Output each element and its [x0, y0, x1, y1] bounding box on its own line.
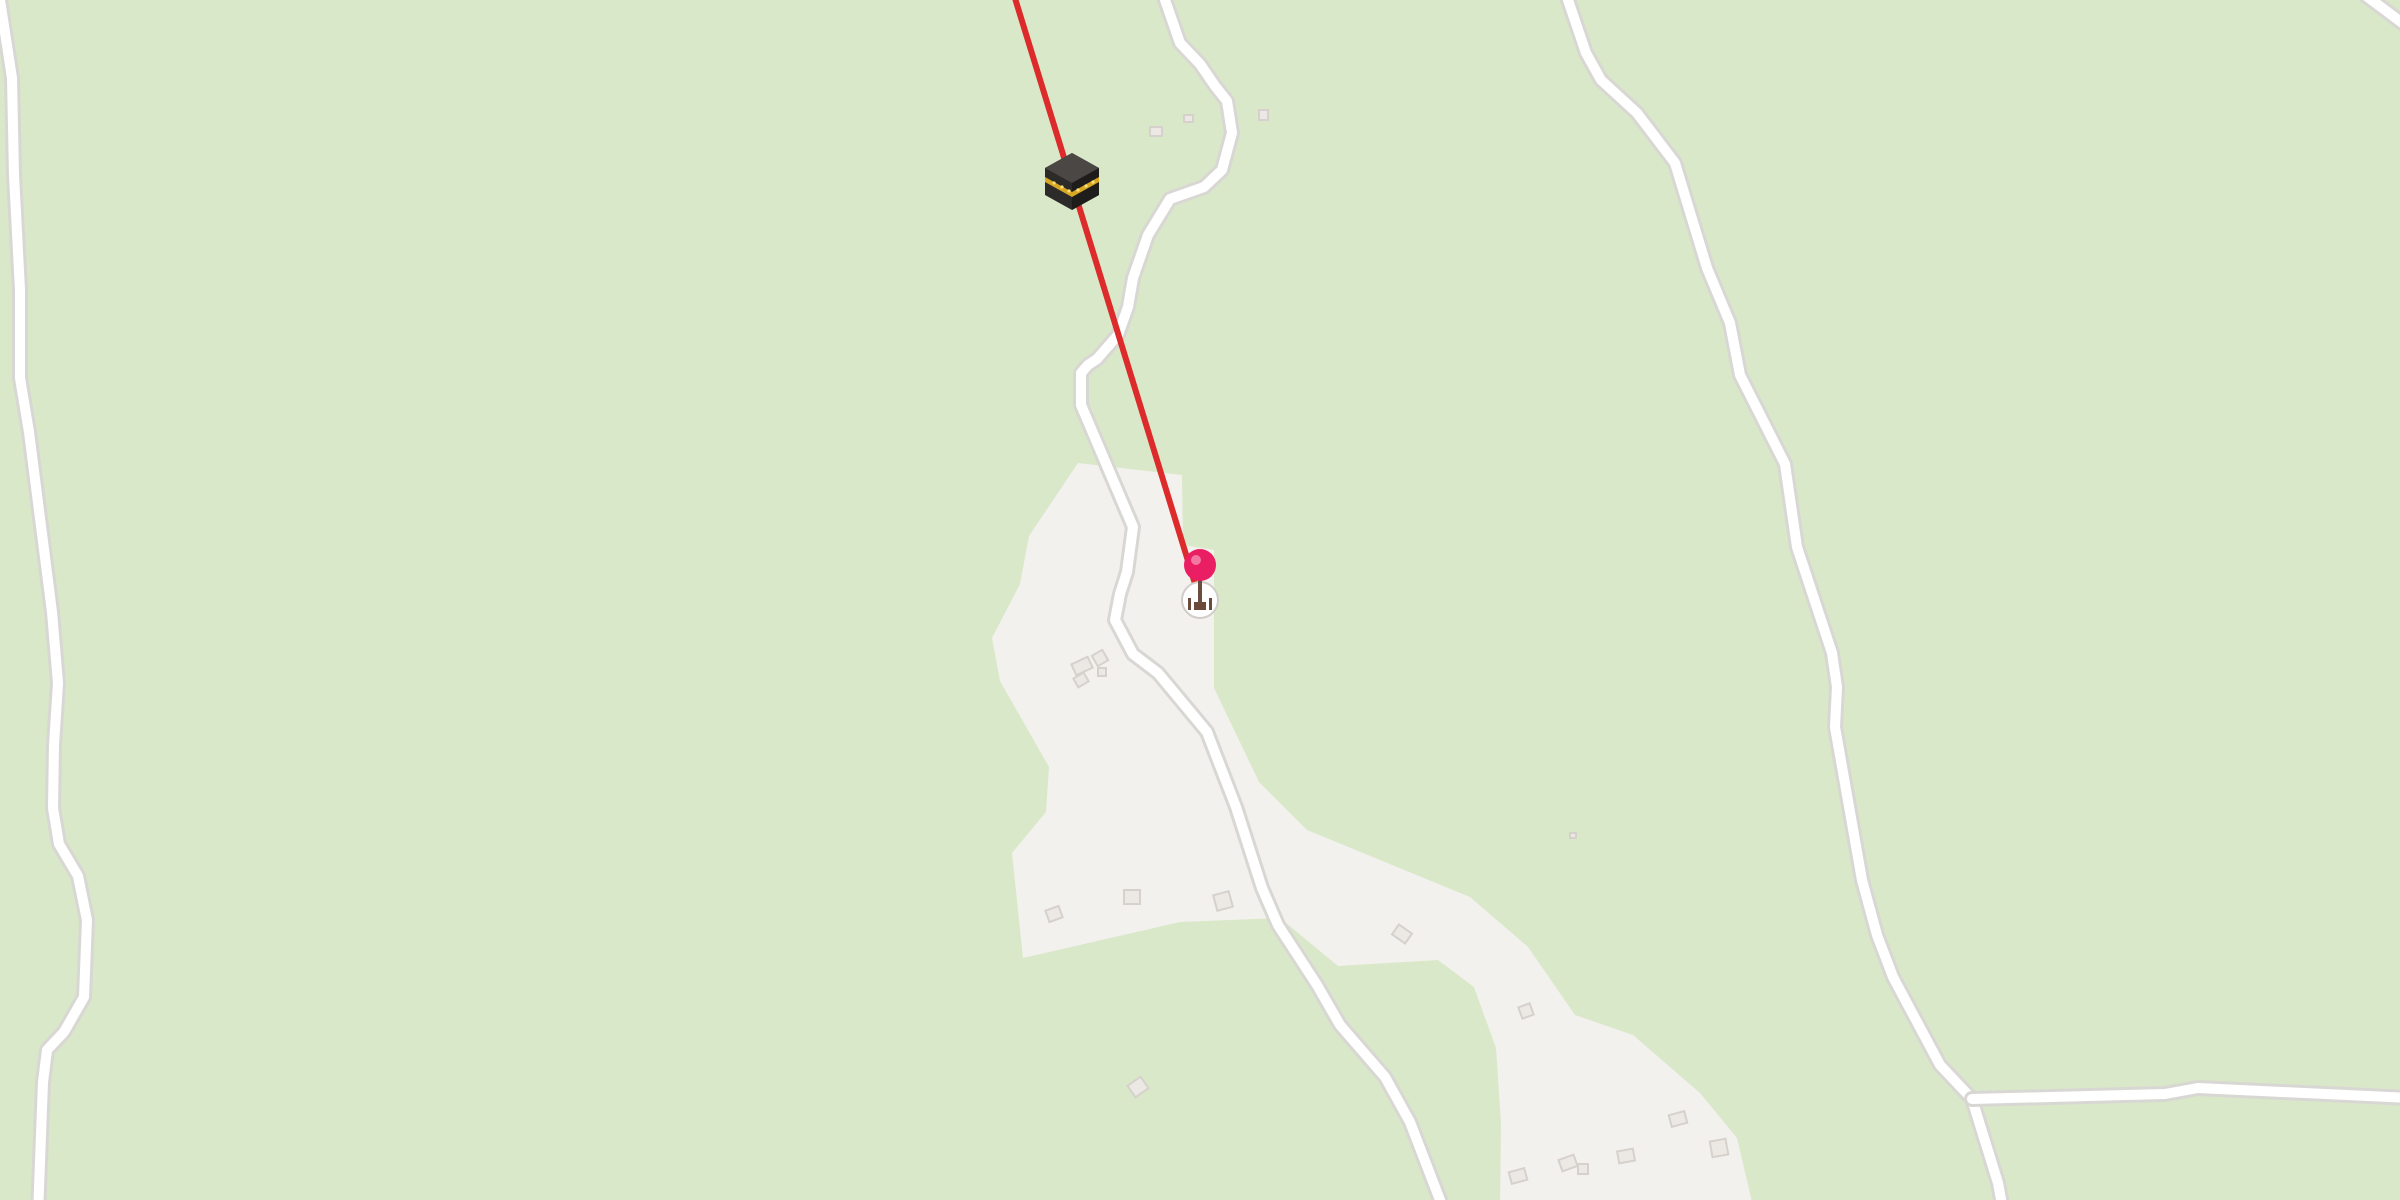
building [1123, 889, 1141, 905]
building [1183, 114, 1194, 123]
building [1577, 1163, 1589, 1175]
building [1507, 1166, 1529, 1186]
building [1149, 126, 1163, 137]
map-layer [0, 0, 2400, 1200]
building [1708, 1137, 1730, 1159]
building [1569, 832, 1577, 839]
building [1258, 109, 1269, 121]
building [1667, 1109, 1689, 1129]
building [1211, 889, 1235, 913]
building [1097, 667, 1107, 677]
map-canvas[interactable] [0, 0, 2400, 1200]
building [1517, 1002, 1535, 1020]
building [1615, 1147, 1637, 1165]
